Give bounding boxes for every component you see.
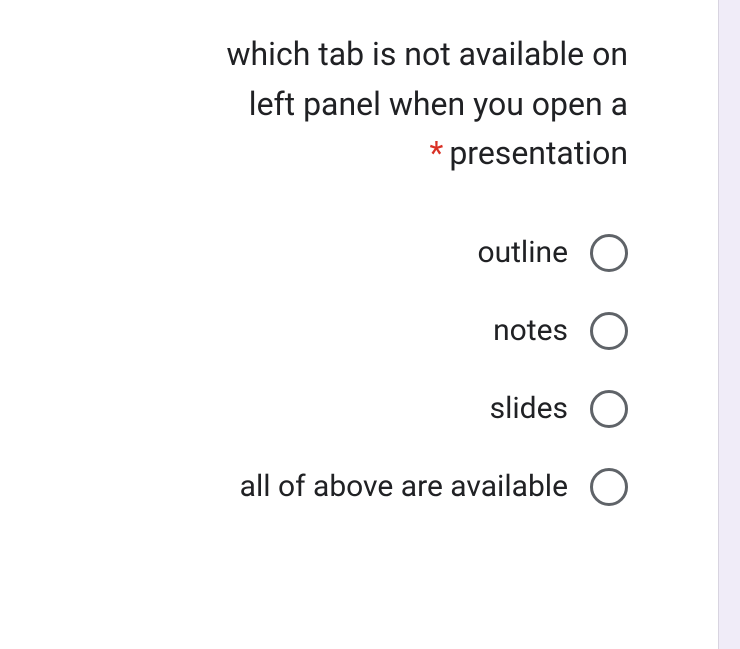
option-label: slides (490, 391, 568, 426)
question-card: which tab is not available on left panel… (0, 0, 718, 649)
radio-icon[interactable] (590, 234, 628, 272)
option-label: all of above are available (240, 469, 568, 504)
question-text-block: which tab is not available on left panel… (50, 30, 668, 179)
option-row[interactable]: slides (50, 390, 628, 428)
option-row[interactable]: outline (50, 234, 628, 272)
option-row[interactable]: all of above are available (50, 468, 628, 506)
required-marker: * (430, 134, 444, 172)
radio-icon[interactable] (590, 312, 628, 350)
options-group: outline notes slides all of above are av… (50, 234, 668, 506)
question-line-1: which tab is not available on (110, 30, 628, 80)
question-line-3: *presentation (110, 129, 628, 179)
option-label: outline (477, 235, 568, 270)
question-line-3-text: presentation (449, 134, 628, 172)
radio-icon[interactable] (590, 468, 628, 506)
option-row[interactable]: notes (50, 312, 628, 350)
option-label: notes (493, 313, 568, 348)
radio-icon[interactable] (590, 390, 628, 428)
page-right-margin (718, 0, 740, 649)
question-line-2: left panel when you open a (110, 80, 628, 130)
